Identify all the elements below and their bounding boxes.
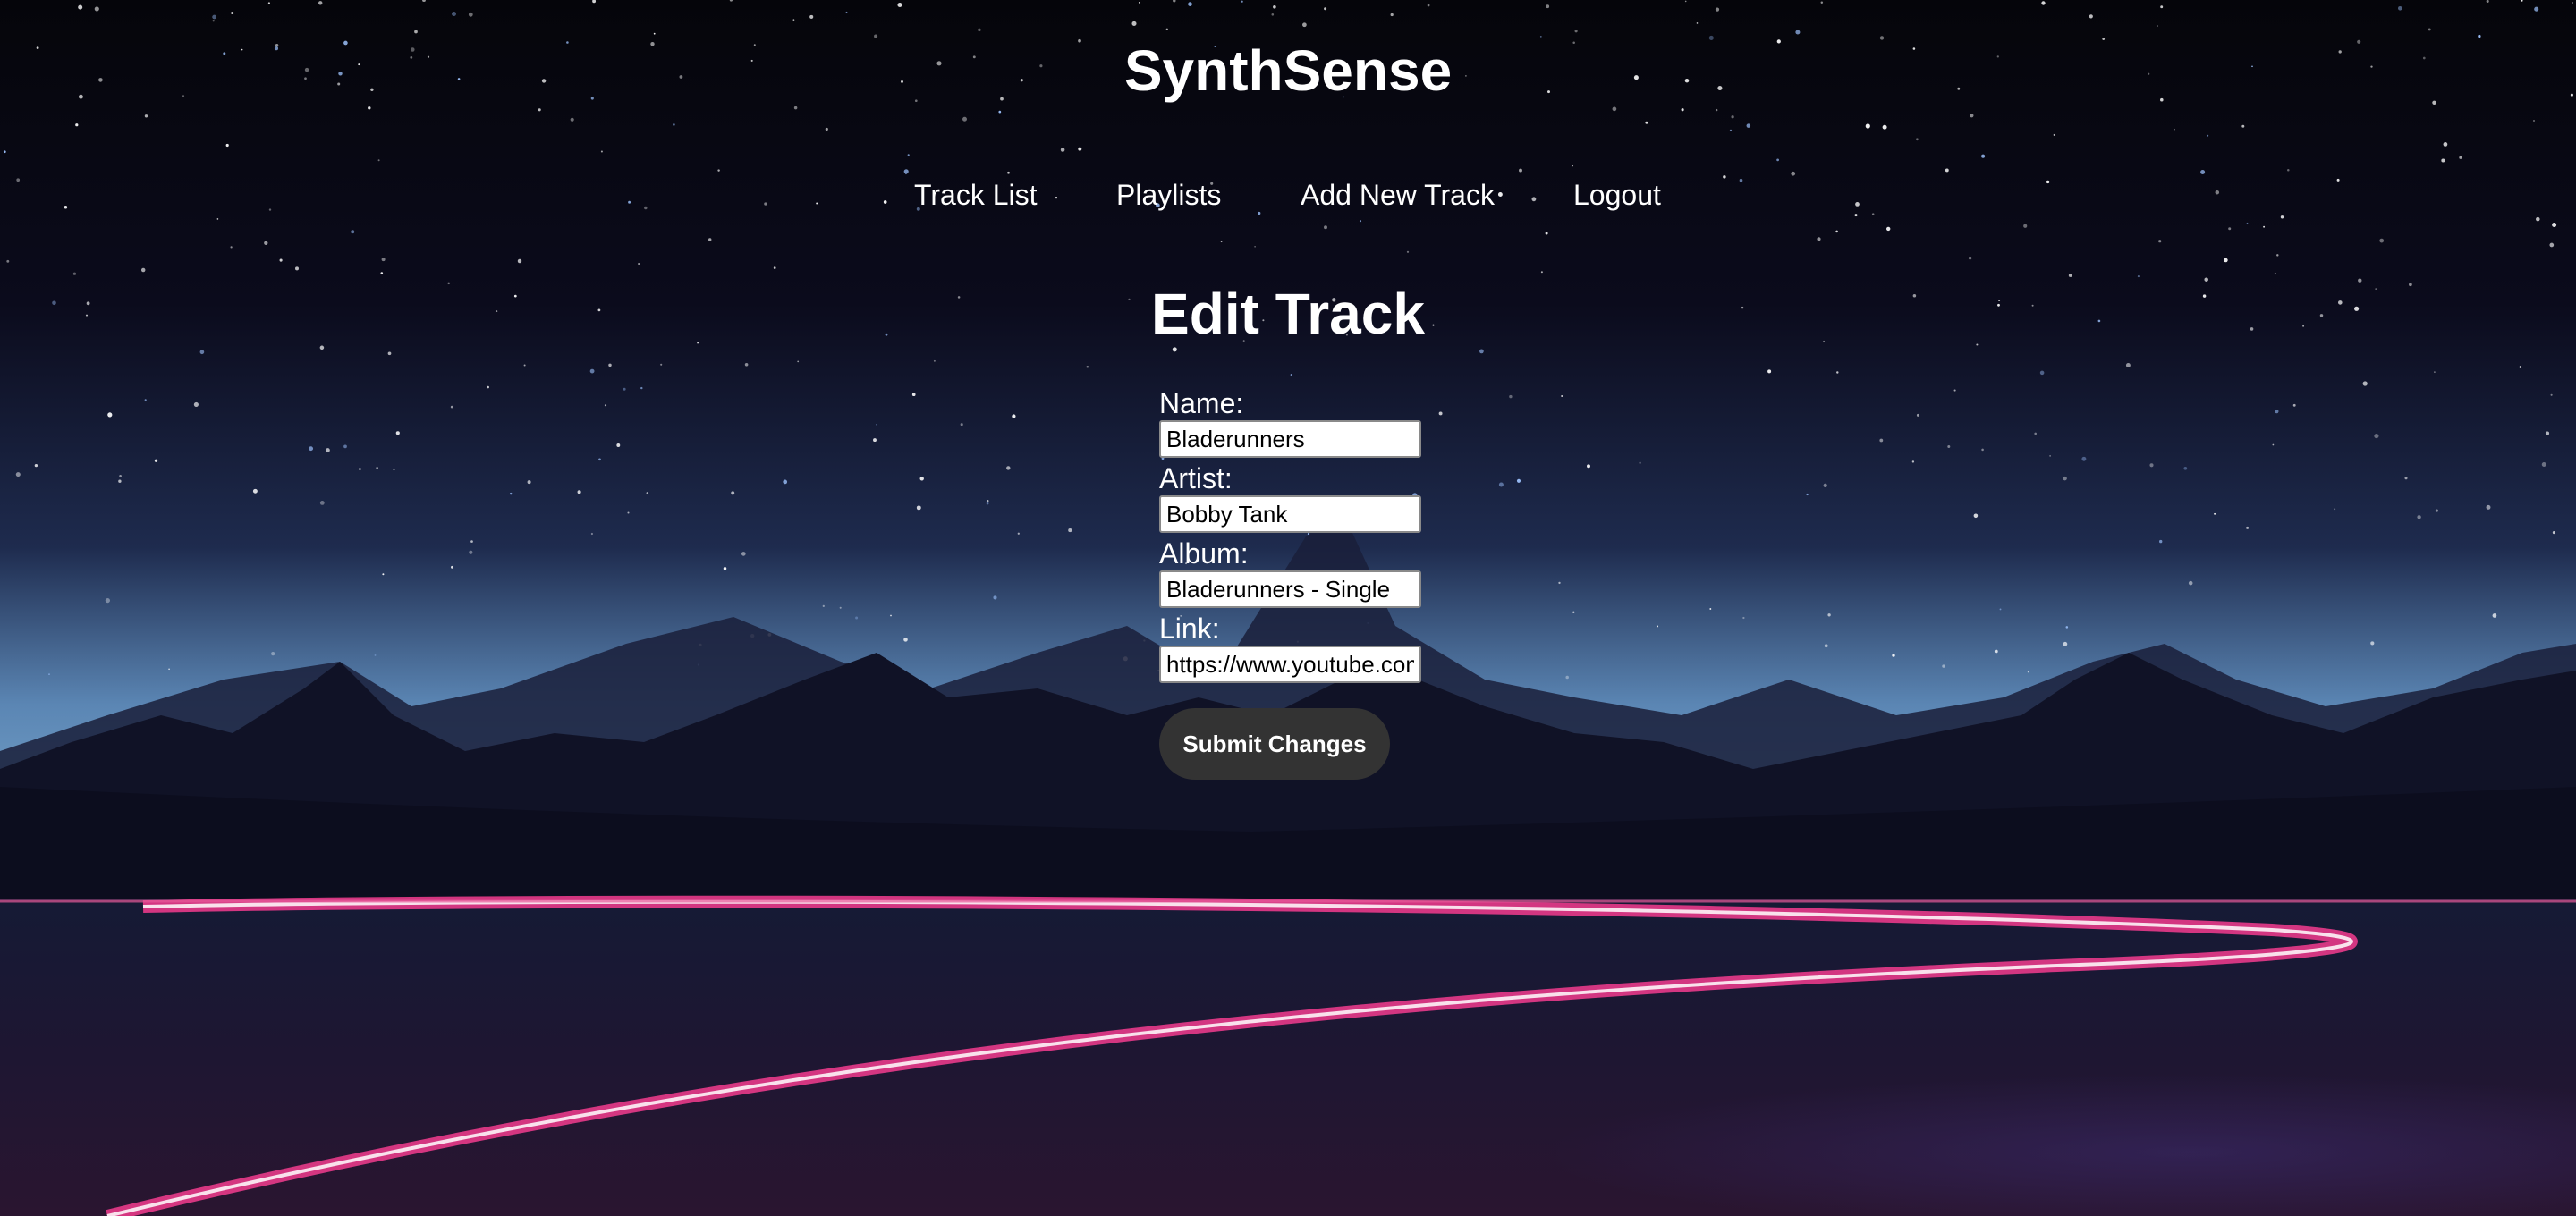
page-root: SynthSense Track List Playlists Add New … [0, 0, 2576, 1216]
page-heading: Edit Track [1151, 282, 1425, 346]
nav-link-logout[interactable]: Logout [1573, 170, 1661, 220]
nav-link-playlists[interactable]: Playlists [1116, 170, 1221, 220]
main-nav: Track List Playlists Add New Track Logou… [0, 170, 2576, 224]
name-label: Name: [1159, 387, 1244, 419]
link-label: Link: [1159, 612, 1220, 645]
artist-label: Artist: [1159, 462, 1233, 494]
site-title: SynthSense [1123, 38, 1453, 103]
album-label: Album: [1159, 537, 1249, 570]
link-input[interactable] [1159, 646, 1421, 683]
nav-link-track-list[interactable]: Track List [914, 170, 1038, 220]
content-layer: SynthSense Track List Playlists Add New … [0, 0, 2576, 1216]
nav-link-add-new-track[interactable]: Add New Track [1301, 170, 1495, 220]
edit-track-form: Name: Artist: Album: Link: [1159, 386, 1445, 687]
artist-input[interactable] [1159, 495, 1421, 533]
submit-changes-button[interactable]: Submit Changes [1159, 708, 1390, 780]
album-input[interactable] [1159, 570, 1421, 608]
name-input[interactable] [1159, 420, 1421, 458]
